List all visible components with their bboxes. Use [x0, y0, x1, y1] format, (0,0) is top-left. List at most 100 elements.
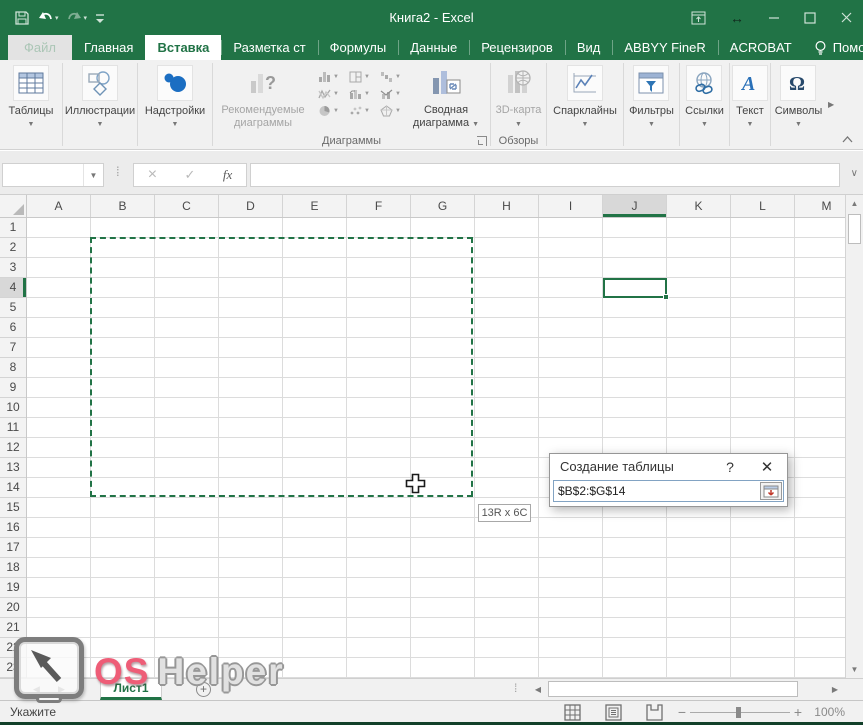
tab-help[interactable]: Помощь	[804, 35, 863, 60]
add-sheet-button[interactable]: +	[196, 682, 211, 697]
addins-button[interactable]: Надстройки ▼	[145, 60, 205, 149]
ribbon-tab[interactable]: Главная	[72, 35, 145, 60]
filters-button[interactable]: Фильтры ▼	[629, 60, 674, 149]
name-box[interactable]: ▼	[2, 163, 104, 187]
ribbon-tab[interactable]: Разметка ст	[221, 35, 317, 60]
minimize-button[interactable]	[768, 12, 780, 24]
column-header[interactable]: J	[603, 195, 667, 217]
sheet-nav-left-icon[interactable]: ◀	[33, 684, 40, 695]
undo-button[interactable]: ▾	[37, 10, 59, 25]
row-header[interactable]: 1	[0, 218, 26, 238]
scroll-down-arrow[interactable]: ▼	[846, 661, 863, 678]
text-button[interactable]: A Текст ▼	[732, 60, 768, 149]
undo-dropdown-icon[interactable]: ▾	[55, 14, 59, 22]
column-header[interactable]: A	[27, 195, 91, 217]
worksheet-cells[interactable]	[27, 218, 845, 678]
column-header[interactable]: F	[347, 195, 411, 217]
sparklines-button[interactable]: Спарклайны ▼	[553, 60, 617, 149]
column3d-chart-button[interactable]: ▼	[344, 85, 375, 102]
row-header[interactable]: 5	[0, 298, 26, 318]
zoom-level[interactable]: 100%	[814, 705, 845, 719]
ribbon-display-options-button[interactable]	[691, 11, 706, 25]
links-button[interactable]: Ссылки ▼	[685, 60, 724, 149]
column-header[interactable]: C	[155, 195, 219, 217]
radar-chart-button[interactable]: ▼	[375, 102, 406, 119]
zoom-slider-thumb[interactable]	[736, 707, 741, 718]
redo-dropdown-icon[interactable]: ▾	[84, 14, 88, 22]
sheetbar-grip[interactable]: ⁞	[514, 681, 517, 695]
collapse-dialog-button[interactable]	[760, 482, 782, 500]
row-header[interactable]: 13	[0, 458, 26, 478]
row-header[interactable]: 14	[0, 478, 26, 498]
vertical-scroll-thumb[interactable]	[848, 214, 861, 244]
zoom-out-icon[interactable]: −	[676, 704, 688, 720]
row-header[interactable]: 21	[0, 618, 26, 638]
select-all-corner[interactable]	[0, 195, 27, 218]
row-header[interactable]: 7	[0, 338, 26, 358]
collapse-ribbon-button[interactable]	[839, 133, 855, 145]
row-header[interactable]: 12	[0, 438, 26, 458]
row-header[interactable]: 15	[0, 498, 26, 518]
row-header[interactable]: 17	[0, 538, 26, 558]
row-header[interactable]: 10	[0, 398, 26, 418]
row-header[interactable]: 2	[0, 238, 26, 258]
column-header[interactable]: G	[411, 195, 475, 217]
illustrations-button[interactable]: Иллюстрации ▼	[65, 60, 135, 149]
row-header[interactable]: 11	[0, 418, 26, 438]
line-chart-button[interactable]: ▼	[313, 85, 344, 102]
row-header[interactable]: 8	[0, 358, 26, 378]
combo-chart-button[interactable]: ▼	[375, 85, 406, 102]
close-button[interactable]	[840, 11, 853, 24]
dialog-close-icon[interactable]: ✕	[747, 458, 787, 476]
sheet-tab-active[interactable]: Лист1	[100, 679, 162, 700]
ribbon-tab[interactable]: Рецензиров	[469, 35, 565, 60]
column-header[interactable]: E	[283, 195, 347, 217]
sheet-nav-right-icon[interactable]: ▶	[58, 684, 65, 695]
vertical-scrollbar[interactable]: ▲ ▼	[845, 195, 863, 678]
symbols-button[interactable]: Ω Символы ▼	[775, 60, 823, 149]
row-header[interactable]: 19	[0, 578, 26, 598]
row-header[interactable]: 4	[0, 278, 26, 298]
ribbon-tab[interactable]: ABBYY FineR	[612, 35, 717, 60]
confirm-entry-icon[interactable]: ✓	[185, 167, 196, 183]
pie-chart-button[interactable]: ▼	[313, 102, 344, 119]
formula-input[interactable]	[250, 163, 840, 187]
horizontal-scroll-thumb[interactable]	[548, 681, 798, 697]
maximize-button[interactable]	[804, 12, 816, 24]
waterfall-chart-button[interactable]: ▼	[375, 68, 406, 85]
column-header[interactable]: B	[91, 195, 155, 217]
insert-function-button[interactable]: fx	[223, 167, 232, 183]
normal-view-button[interactable]	[563, 703, 581, 721]
charts-dialog-launcher[interactable]	[477, 136, 487, 146]
expand-formula-bar-icon[interactable]: ∨	[851, 168, 858, 179]
tables-button[interactable]: Таблицы ▼	[9, 60, 54, 149]
scroll-right-arrow[interactable]: ▶	[827, 681, 843, 698]
ribbon-tab[interactable]: Данные	[398, 35, 469, 60]
row-header[interactable]: 6	[0, 318, 26, 338]
page-break-view-button[interactable]	[645, 703, 663, 721]
dialog-title-bar[interactable]: Создание таблицы ? ✕	[550, 454, 787, 479]
row-header[interactable]: 23	[0, 658, 26, 678]
ribbon-overflow-icon[interactable]: ▶	[828, 100, 834, 109]
save-button[interactable]	[14, 10, 30, 26]
table-range-input[interactable]: $B$2:$G$14	[553, 480, 784, 502]
zoom-in-icon[interactable]: +	[792, 704, 804, 720]
page-layout-view-button[interactable]	[604, 703, 622, 721]
ribbon-tab[interactable]: ACROBAT	[718, 35, 804, 60]
column-header[interactable]: K	[667, 195, 731, 217]
row-header[interactable]: 22	[0, 638, 26, 658]
column-header[interactable]: L	[731, 195, 795, 217]
row-header[interactable]: 3	[0, 258, 26, 278]
redo-button[interactable]: ▾	[66, 10, 88, 25]
row-header[interactable]: 18	[0, 558, 26, 578]
column-chart-button[interactable]: ▼	[313, 68, 344, 85]
row-header[interactable]: 20	[0, 598, 26, 618]
column-header[interactable]: H	[475, 195, 539, 217]
treemap-chart-button[interactable]: ▼	[344, 68, 375, 85]
formula-bar-grip[interactable]: ⁞	[116, 164, 120, 179]
ribbon-tab[interactable]: Вставка	[145, 35, 221, 60]
name-box-dropdown-icon[interactable]: ▼	[83, 164, 103, 186]
column-header[interactable]: D	[219, 195, 283, 217]
ribbon-tab[interactable]: Формулы	[318, 35, 399, 60]
cancel-entry-icon[interactable]: ×	[148, 166, 157, 184]
